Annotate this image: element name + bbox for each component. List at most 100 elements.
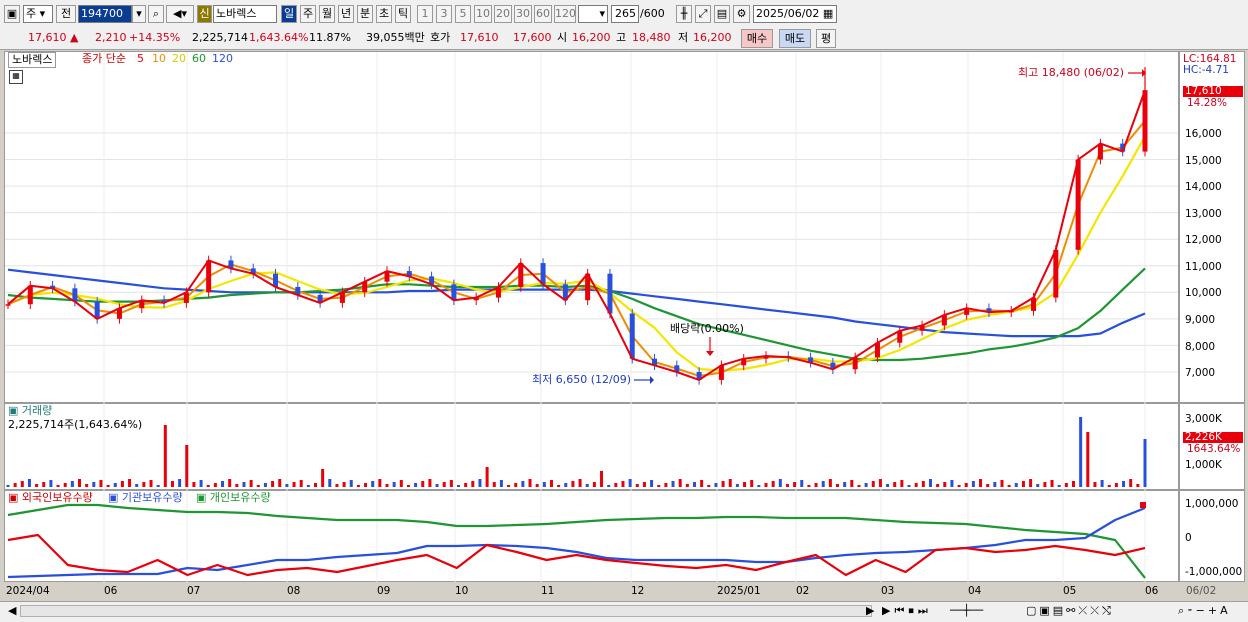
individual-line	[7, 503, 1146, 579]
volume-bar	[442, 482, 446, 487]
volume-bar	[943, 482, 947, 487]
volume-bar	[106, 485, 110, 487]
x-tick: 02	[796, 585, 810, 597]
volume-bar	[1036, 484, 1040, 487]
volume-bar	[249, 480, 253, 487]
volume-bar	[492, 482, 496, 487]
volume-bar	[228, 479, 232, 487]
volume-bar	[1029, 479, 1033, 487]
volume-bar	[135, 484, 139, 487]
volume-bar	[878, 479, 882, 487]
calculator-icon[interactable]: ▦	[9, 70, 23, 84]
high-annotation: 최고 18,480 (06/02)	[1018, 66, 1125, 79]
volume-bar	[414, 483, 418, 487]
chart-canvas	[5, 52, 1178, 582]
volume-bar	[235, 484, 239, 487]
volume-bar	[900, 480, 904, 487]
ma-legend-20: 20	[172, 52, 186, 65]
volume-bar	[1122, 481, 1126, 487]
candle-body	[629, 313, 635, 359]
volume-bar	[549, 480, 553, 487]
hc-label: HC:-4.71	[1183, 64, 1229, 76]
scroll-track[interactable]	[20, 605, 872, 617]
candle-body	[1053, 249, 1059, 298]
volume-bar	[1143, 439, 1147, 487]
volume-title: ▣ 거래량	[8, 404, 53, 417]
volume-bar	[406, 485, 410, 487]
x-tick: 11	[541, 585, 555, 597]
volume-bar	[1021, 481, 1025, 487]
ma-legend-120: 120	[212, 52, 233, 65]
scroll-left-icon[interactable]: ◀	[8, 603, 16, 619]
y-tick: 0	[1185, 532, 1192, 544]
volume-bar	[1064, 483, 1068, 487]
volume-current-pct: 1643.64%	[1187, 443, 1241, 455]
institution-line	[7, 506, 1146, 579]
volume-bar	[299, 480, 303, 487]
legend-foreign: ▣ 외국인보유수량	[8, 491, 93, 504]
volume-bar	[278, 479, 282, 487]
volume-bar	[1014, 483, 1018, 487]
volume-bar	[120, 481, 124, 487]
x-tick: 10	[455, 585, 469, 597]
volume-bar	[256, 485, 260, 487]
volume-bar	[678, 479, 682, 487]
volume-bar	[449, 480, 453, 487]
volume-bar	[92, 482, 96, 487]
volume-bar	[971, 481, 975, 487]
volume-bar	[271, 481, 275, 487]
y-tick: 8,000	[1185, 341, 1216, 353]
scroll-right-icon[interactable]: ▶	[866, 603, 874, 619]
zoom-icons[interactable]: ⌕⁃−+A	[1178, 603, 1231, 619]
volume-bar	[1129, 479, 1133, 487]
volume-bar	[957, 485, 961, 487]
volume-bar	[821, 481, 825, 487]
volume-bar	[871, 481, 875, 487]
y-tick: 16,000	[1185, 128, 1222, 140]
ma-legend-10: 10	[152, 52, 166, 65]
volume-bar	[1000, 480, 1004, 487]
dividend-annotation: 배당락(0.00%)	[670, 322, 744, 335]
volume-bar	[592, 482, 596, 487]
volume-bar	[321, 469, 325, 487]
volume-bar	[385, 484, 389, 487]
y-tick: 10,000	[1185, 287, 1222, 299]
volume-bar	[371, 481, 375, 487]
zoom-slider[interactable]: ──┼──	[950, 603, 983, 619]
volume-bar	[936, 484, 940, 487]
volume-bar	[49, 480, 53, 487]
volume-bar	[1086, 432, 1090, 487]
volume-current-tag: 2,226K	[1183, 432, 1243, 443]
volume-bar	[828, 479, 832, 487]
volume-bar	[785, 484, 789, 487]
y-tick: 14,000	[1185, 181, 1222, 193]
volume-bar	[435, 484, 439, 487]
volume-bar	[771, 481, 775, 487]
volume-bar	[685, 484, 689, 487]
volume-bar	[313, 483, 317, 487]
y-tick: 11,000	[1185, 261, 1222, 273]
x-tick: 05	[1063, 585, 1077, 597]
volume-bar	[528, 479, 532, 487]
volume-bar	[964, 483, 968, 487]
candle-body	[607, 273, 613, 314]
volume-bar	[342, 482, 346, 487]
volume-bar	[1114, 483, 1118, 487]
playback-icons[interactable]: ▶⏮⏹⏭	[882, 603, 932, 619]
y-tick: 15,000	[1185, 155, 1222, 167]
volume-bar	[1057, 485, 1061, 487]
volume-bar	[13, 483, 17, 487]
volume-bar	[378, 479, 382, 487]
candle-body	[518, 263, 524, 287]
volume-bar	[213, 483, 217, 487]
volume-bar	[635, 484, 639, 487]
legend-institution: ▣ 기관보유수량	[108, 491, 183, 504]
volume-bar	[993, 482, 997, 487]
tool-icons[interactable]: ▢▣▤⚯⤫⤬⤭	[1026, 603, 1114, 619]
ma5-line	[7, 89, 1146, 381]
legend-individual: ▣ 개인보유수량	[196, 491, 271, 504]
volume-bar	[893, 482, 897, 487]
volume-bar	[1007, 485, 1011, 487]
y-tick: 12,000	[1185, 234, 1222, 246]
x-tick: 04	[968, 585, 982, 597]
